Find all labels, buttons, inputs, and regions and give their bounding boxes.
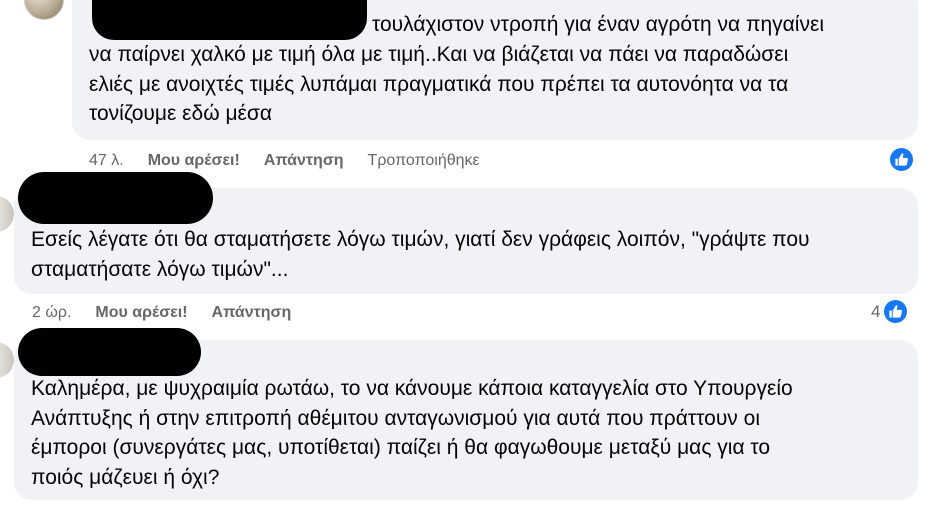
comment-line: ποιός μάζευει ή όχι? [31,465,220,489]
redacted-author-name [92,0,367,40]
comment-text: Εσείς λέγατε ότι θα σταματήσετε λόγω τιμ… [31,225,810,284]
redacted-author-name [18,172,213,224]
edited-label: Τροποποιήθηκε [367,152,480,169]
commenter-avatar[interactable] [24,0,64,20]
comment-line: Εσείς λέγατε ότι θα σταματήσετε λόγω τιμ… [31,228,810,251]
comment-line: σταματήσατε λόγω τιμών"... [31,257,289,281]
comments-thread: τουλάχιστον ντροπή για έναν αγρότη να πη… [0,0,937,517]
comment-line: ελιές με ανοιχτές τιμές λυπάμαι πραγματι… [89,72,789,96]
thumbs-up-icon [889,147,914,172]
comment-actions: 47 λ. Μου αρέσει! Απάντηση Τροποποιήθηκε [89,150,480,172]
comment-line: τονίζουμε εδώ μέσα [89,102,273,125]
reply-button[interactable]: Απάντηση [212,304,292,322]
comment-line: τουλάχιστον ντροπή για έναν αγρότη να πη… [372,13,825,36]
comment-text: να παίρνει χαλκό με τιμή όλα με τιμή..Κα… [89,40,788,129]
commenter-avatar[interactable] [0,196,14,232]
like-button[interactable]: Μου αρέσει! [148,152,240,170]
reaction-badge[interactable]: 4 [871,299,909,324]
comment-line: Καλημέρα, με ψυχραιμία ρωτάω, το να κάνο… [31,377,793,400]
comment-timestamp[interactable]: 2 ώρ. [32,304,71,322]
comment-line: Ανάπτυξης ή στην επιτροπή αθέμιτου ανταγ… [31,406,760,430]
reaction-count: 4 [871,301,881,321]
like-button[interactable]: Μου αρέσει! [95,304,187,322]
reply-button[interactable]: Απάντηση [264,152,344,170]
comment-text: Καλημέρα, με ψυχραιμία ρωτάω, το να κάνο… [31,374,793,492]
redacted-author-name [18,328,201,376]
thumbs-up-icon [883,299,909,324]
comment-line: να παίρνει χαλκό με τιμή όλα με τιμή..Κα… [89,43,789,66]
comment-timestamp[interactable]: 47 λ. [89,152,124,170]
reaction-badge[interactable] [889,147,914,172]
commenter-avatar[interactable] [0,342,14,378]
comment-line: έμποροι (συνεργάτες μας, υποτίθεται) παί… [31,436,771,459]
comment-text: τουλάχιστον ντροπή για έναν αγρότη να πη… [372,10,824,40]
comment-actions: 2 ώρ. Μου αρέσει! Απάντηση [32,302,291,324]
